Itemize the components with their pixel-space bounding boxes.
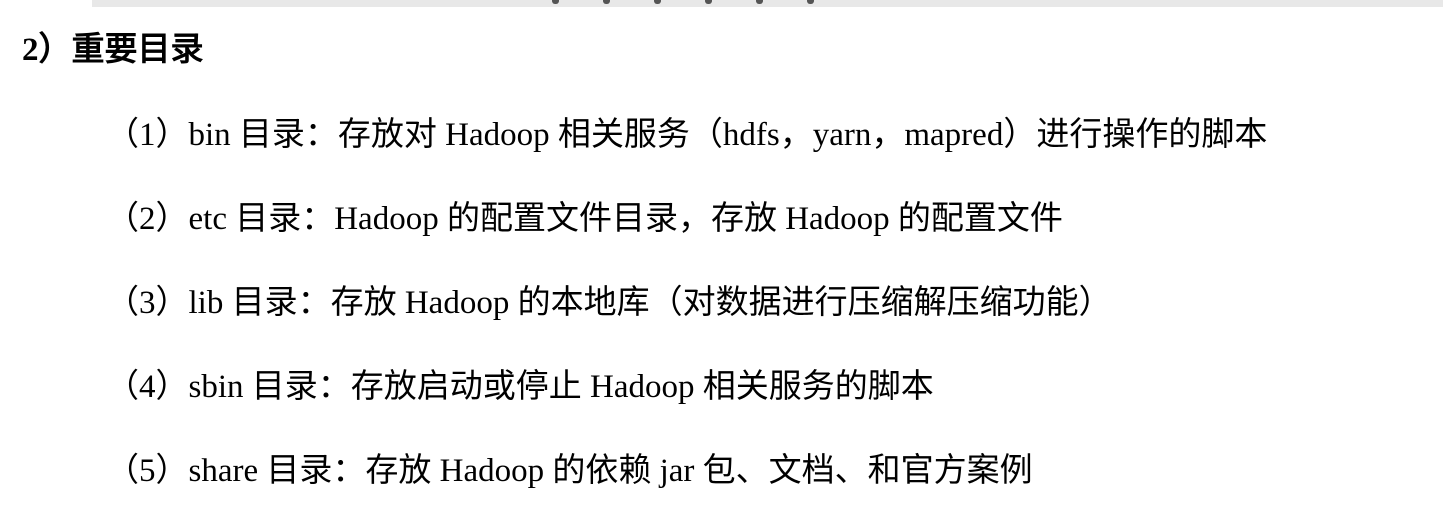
list-item-lib: （3）lib 目录：存放 Hadoop 的本地库（对数据进行压缩解压缩功能） xyxy=(106,285,1112,321)
section-heading: 2）重要目录 xyxy=(22,32,204,68)
list-item-share: （5）share 目录：存放 Hadoop 的依赖 jar 包、文档、和官方案例 xyxy=(106,453,1033,489)
list-item-sbin: （4）sbin 目录：存放启动或停止 Hadoop 相关服务的脚本 xyxy=(106,369,934,405)
cropped-text-fragments xyxy=(552,0,814,5)
directory-list: （1）bin 目录：存放对 Hadoop 相关服务（hdfs，yarn，mapr… xyxy=(106,110,1267,530)
list-item-bin: （1）bin 目录：存放对 Hadoop 相关服务（hdfs，yarn，mapr… xyxy=(106,117,1268,153)
list-item-etc: （2）etc 目录：Hadoop 的配置文件目录，存放 Hadoop 的配置文件 xyxy=(106,201,1063,237)
code-block-edge xyxy=(92,0,1443,7)
